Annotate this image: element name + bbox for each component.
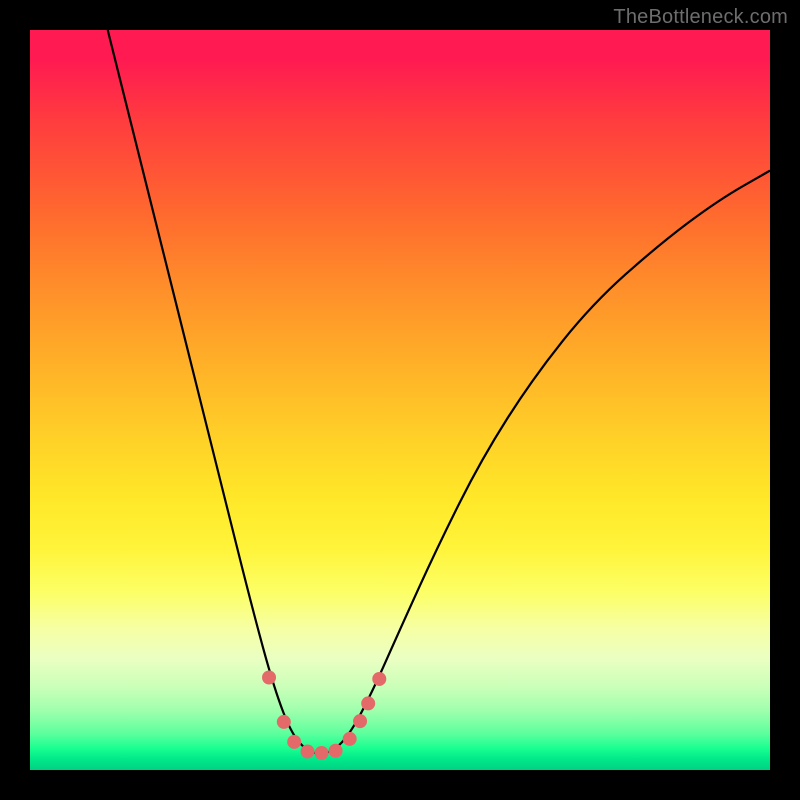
marker-dot	[372, 672, 386, 686]
marker-dot	[343, 732, 357, 746]
marker-dot	[329, 744, 343, 758]
curve-layer	[30, 30, 770, 770]
marker-dot	[361, 696, 375, 710]
marker-dot	[353, 714, 367, 728]
watermark-text: TheBottleneck.com	[613, 6, 788, 29]
marker-dot	[315, 746, 329, 760]
marker-dot	[301, 745, 315, 759]
marker-dot	[277, 715, 291, 729]
bottleneck-curve	[108, 30, 770, 754]
plot-area	[30, 30, 770, 770]
marker-dot	[262, 671, 276, 685]
marker-dot	[287, 735, 301, 749]
chart-frame: TheBottleneck.com	[0, 0, 800, 800]
marker-group	[262, 671, 386, 760]
